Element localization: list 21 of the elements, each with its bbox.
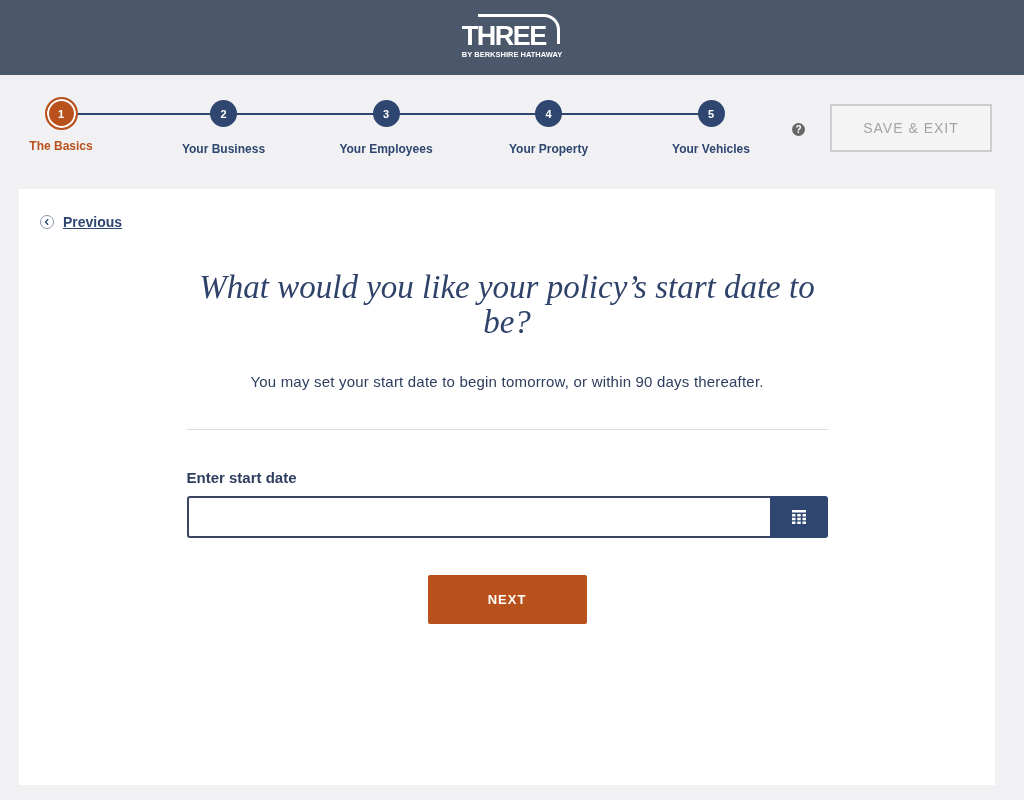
next-button[interactable]: NEXT (427, 575, 587, 624)
help-icon[interactable]: ? (792, 123, 805, 136)
step-number[interactable]: 1 (44, 97, 78, 130)
question-title: What would you like your policy’s start date to be? (198, 270, 816, 340)
step-label[interactable]: Your Employees (339, 142, 433, 156)
calendar-icon (791, 510, 806, 524)
previous-link[interactable]: Previous (63, 214, 123, 230)
step-number[interactable]: 4 (535, 100, 562, 127)
question-hint: You may set your start date to begin tomorrow, or within 90 days thereafter. (249, 373, 765, 390)
chevron-left-circle-icon[interactable] (40, 215, 54, 229)
step-number[interactable]: 3 (372, 100, 400, 127)
field-label: Enter start date (186, 469, 298, 486)
step-label[interactable]: Your Vehicles (672, 142, 750, 156)
step-label[interactable]: Your Property (508, 142, 589, 156)
step-label[interactable]: Your Business (181, 142, 266, 156)
logo-wordmark: THREE (461, 14, 560, 48)
calendar-button[interactable] (769, 496, 828, 538)
step-label[interactable]: The Basics (29, 139, 93, 153)
step-number[interactable]: 2 (210, 100, 237, 127)
step-number[interactable]: 5 (697, 100, 725, 127)
date-input-field[interactable] (186, 496, 770, 538)
